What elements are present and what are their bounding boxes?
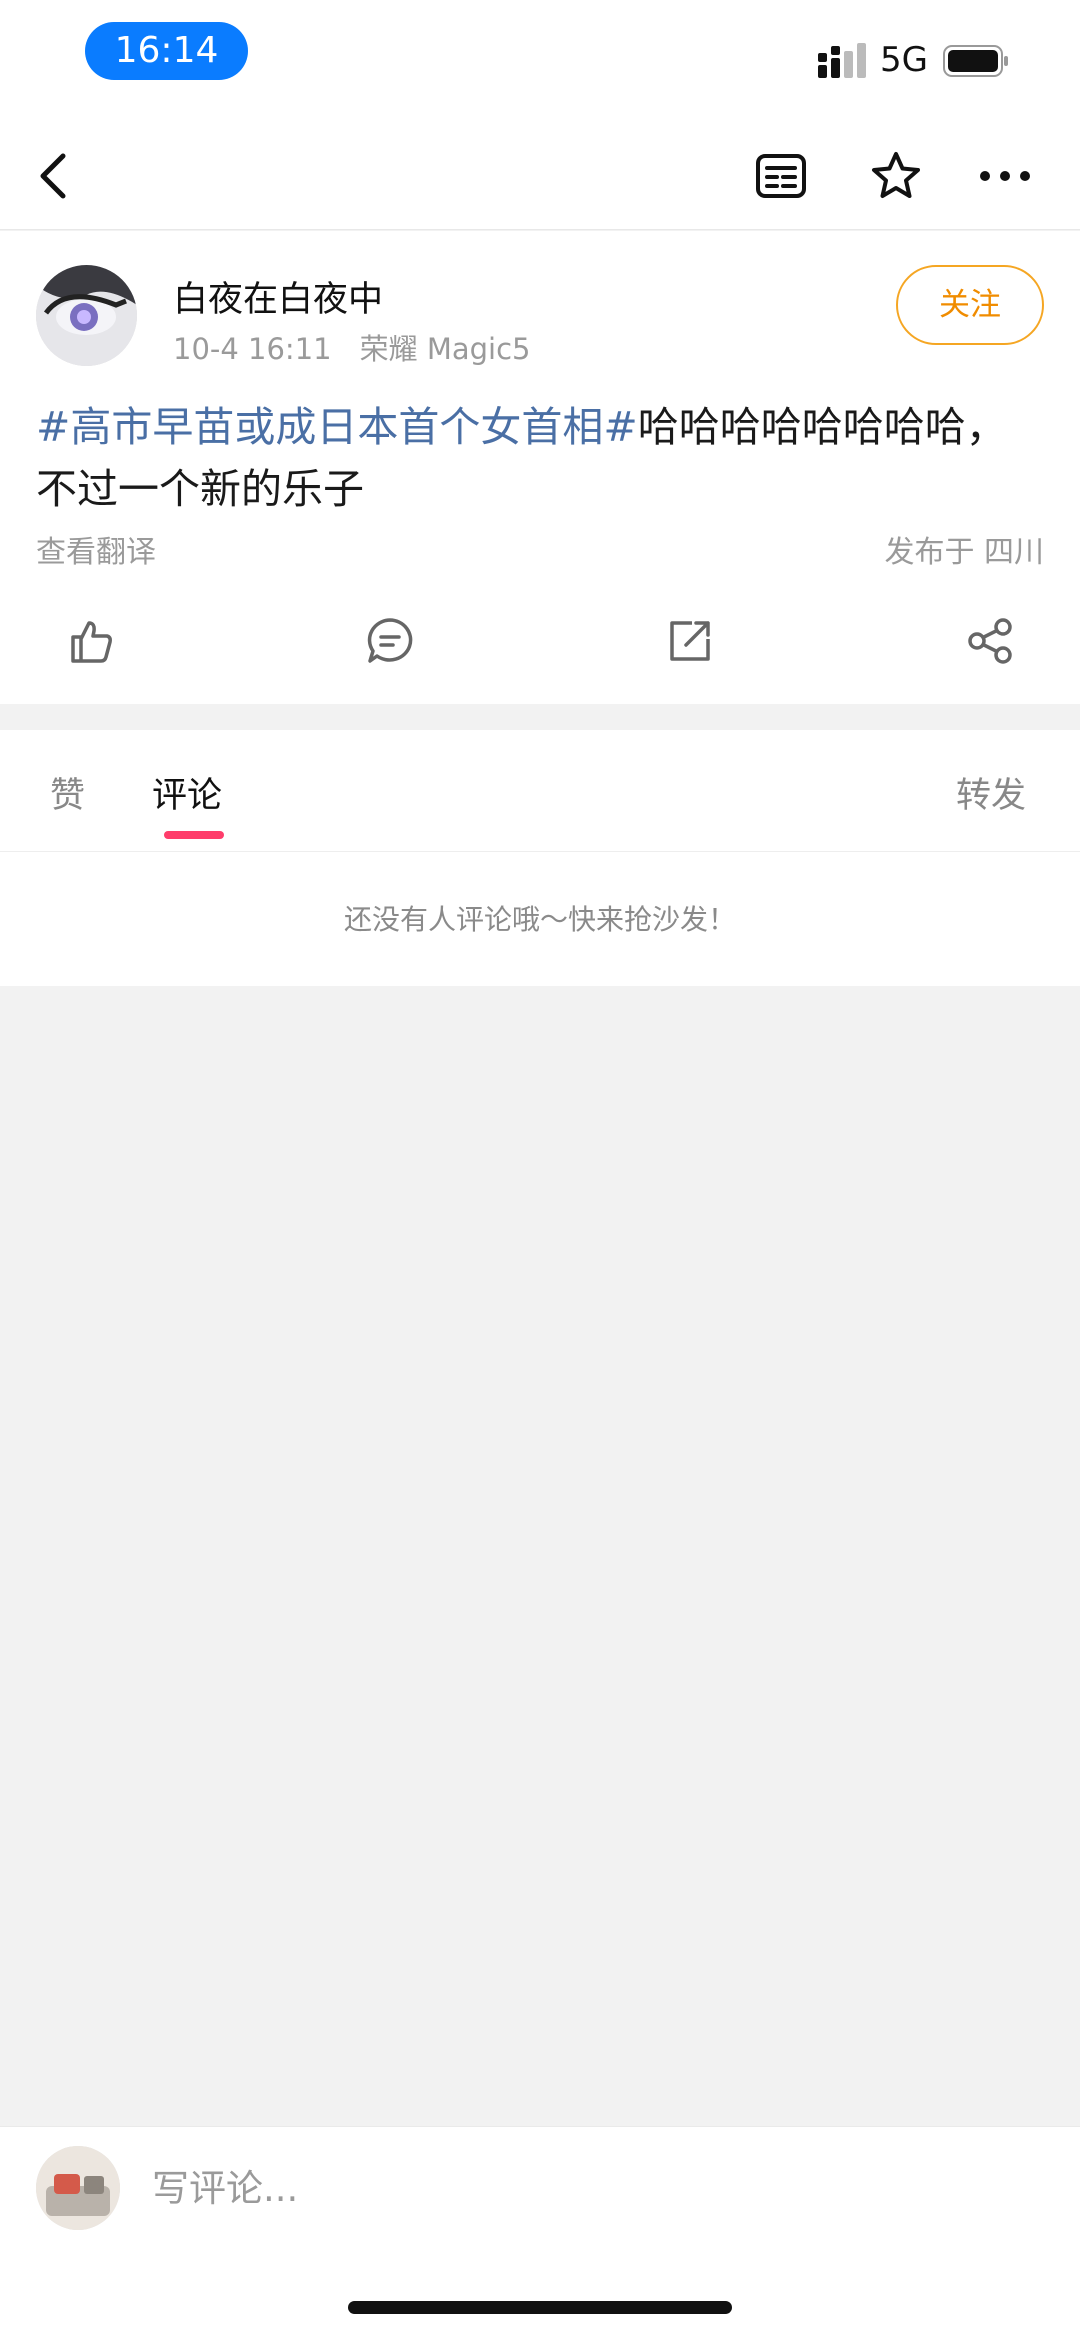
comment-input[interactable] <box>152 2153 1032 2223</box>
avatar-image <box>36 2146 120 2230</box>
comment-bar <box>0 2126 1080 2337</box>
back-button[interactable] <box>25 148 81 204</box>
top-nav <box>0 120 1080 230</box>
status-bar: 16:14 5G <box>0 0 1080 120</box>
more-button[interactable] <box>977 148 1033 204</box>
avatar-image <box>36 265 137 366</box>
translate-link[interactable]: 查看翻译 <box>36 527 156 571</box>
tab-divider <box>0 851 1080 852</box>
empty-comments-message: 还没有人评论哦～快来抢沙发！ <box>343 903 736 936</box>
favorite-button[interactable] <box>868 148 924 204</box>
star-icon <box>872 152 920 198</box>
tab-reposts[interactable]: 转发 <box>956 767 1026 818</box>
post-body: #高市早苗或成日本首个女首相#哈哈哈哈哈哈哈哈，不过一个新的乐子 <box>36 396 1046 520</box>
post-location: 发布于 四川 <box>884 535 1044 570</box>
chevron-left-icon <box>40 153 66 199</box>
tab-comments[interactable]: 评论 <box>152 767 222 818</box>
post-meta: 10-4 16:11 荣耀 Magic5 <box>173 326 530 368</box>
home-indicator[interactable] <box>348 2301 732 2314</box>
more-dots-icon <box>980 171 1030 181</box>
thumbs-up-icon <box>71 621 112 663</box>
topic-link[interactable]: #高市早苗或成日本首个女首相# <box>36 403 638 451</box>
tab-likes[interactable]: 赞 <box>50 767 85 818</box>
comment-button[interactable] <box>360 611 420 671</box>
status-time[interactable]: 16:14 <box>85 22 248 80</box>
battery-icon <box>943 45 1008 77</box>
repost-icon <box>670 621 710 661</box>
author-name[interactable]: 白夜在白夜中 <box>173 271 383 322</box>
post-device: 荣耀 Magic5 <box>359 332 531 366</box>
author-avatar[interactable] <box>36 265 137 366</box>
reader-mode-button[interactable] <box>753 148 809 204</box>
current-user-avatar[interactable] <box>36 2146 120 2230</box>
repost-button[interactable] <box>660 611 720 671</box>
post-timestamp: 10-4 16:11 <box>173 332 332 366</box>
post-card: 白夜在白夜中 10-4 16:11 荣耀 Magic5 关注 #高市早苗或成日本首… <box>0 231 1080 704</box>
page: 16:14 5G 白夜在白夜中 10-4 16:11 荣耀 Magic5 关注 … <box>0 0 1080 2337</box>
article-icon <box>756 154 806 198</box>
signal-icon <box>818 43 866 78</box>
network-label: 5G <box>880 40 928 80</box>
follow-button[interactable]: 关注 <box>896 265 1044 345</box>
share-button[interactable] <box>960 611 1020 671</box>
comment-icon <box>367 618 413 663</box>
like-button[interactable] <box>61 611 121 671</box>
active-tab-indicator <box>164 831 224 839</box>
interaction-section: 赞 评论 转发 还没有人评论哦～快来抢沙发！ <box>0 730 1080 986</box>
share-icon <box>968 618 1012 664</box>
